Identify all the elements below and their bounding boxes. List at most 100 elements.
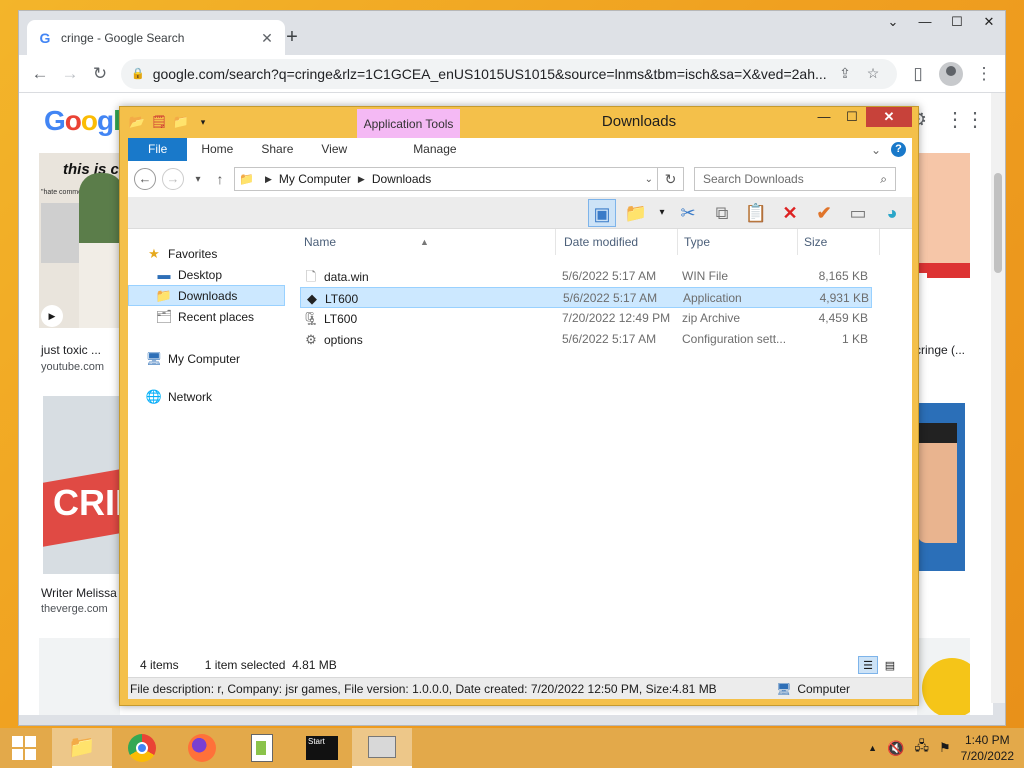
breadcrumb-downloads[interactable]: Downloads: [372, 172, 431, 186]
tab-share[interactable]: Share: [247, 138, 307, 161]
page-scrollbar[interactable]: [991, 93, 1005, 703]
refresh-icon[interactable]: ↻: [658, 167, 684, 191]
reload-icon[interactable]: ↻: [85, 59, 115, 89]
paste-icon[interactable]: 📋: [742, 199, 770, 227]
play-icon: ▶: [41, 305, 63, 327]
firefox-icon: [188, 734, 216, 762]
side-panel-icon[interactable]: ▯: [903, 59, 933, 89]
help-icon[interactable]: ?: [891, 142, 906, 157]
nav-network[interactable]: 🌐 Network: [144, 386, 212, 407]
folder-icon: 📁: [239, 172, 254, 186]
breadcrumb-separator-icon[interactable]: ▶: [265, 174, 272, 185]
maximize-icon[interactable]: ☐: [941, 11, 973, 33]
image-result-3[interactable]: [917, 153, 970, 333]
view-switcher: ☰ ▤: [858, 656, 900, 674]
new-tab-button[interactable]: +: [279, 25, 305, 51]
tab-file[interactable]: File: [128, 138, 188, 161]
result-caption[interactable]: Writer Melissa: [41, 586, 117, 600]
recent-locations-icon[interactable]: ▾: [190, 174, 206, 185]
forward-icon[interactable]: →: [162, 168, 184, 190]
search-icon[interactable]: ⌕: [880, 172, 887, 187]
image-result-2[interactable]: CRIN: [43, 396, 120, 574]
minimize-icon[interactable]: —: [909, 11, 941, 33]
forward-icon[interactable]: →: [55, 59, 85, 89]
browser-tab[interactable]: G cringe - Google Search ✕: [27, 20, 285, 55]
more-menu-icon[interactable]: ⋮: [969, 59, 999, 89]
close-icon[interactable]: ✕: [866, 107, 912, 127]
nav-desktop[interactable]: ▬ Desktop: [154, 264, 223, 285]
start-button[interactable]: [0, 728, 48, 768]
column-header-size[interactable]: Size: [800, 229, 880, 255]
computer-icon: 🖥: [145, 350, 163, 366]
action-center-icon[interactable]: ⚑: [939, 740, 951, 756]
file-row[interactable]: 🗋 data.win 5/6/2022 5:17 AM WIN File 8,16…: [300, 266, 872, 287]
address-bar[interactable]: 📁 ▶ My Computer ▶ Downloads ⌄: [234, 167, 658, 191]
taskbar-start-app[interactable]: Start: [292, 728, 352, 768]
taskbar-firefox[interactable]: [172, 728, 232, 768]
taskbar-notepad-plus[interactable]: [232, 728, 292, 768]
taskbar-chrome[interactable]: [112, 728, 172, 768]
tab-view[interactable]: View: [307, 138, 361, 161]
apps-grid-icon[interactable]: ⋮⋮: [945, 107, 985, 132]
chrome-tabstrip: G cringe - Google Search ✕ + ⌄ — ☐ ✕: [19, 11, 1005, 55]
cut-icon[interactable]: ✂: [674, 199, 702, 227]
details-location: 🖥 Computer: [776, 681, 850, 696]
nav-favorites[interactable]: ★ Favorites: [144, 243, 217, 264]
checkmark-icon[interactable]: ✔: [810, 199, 838, 227]
column-header-type[interactable]: Type: [680, 229, 798, 255]
file-size: 4,459 KB: [818, 311, 868, 325]
nav-my-computer[interactable]: 🖥 My Computer: [144, 348, 240, 369]
profile-avatar-icon[interactable]: [939, 61, 963, 86]
scrollbar-thumb[interactable]: [994, 173, 1002, 273]
column-header-date[interactable]: Date modified: [560, 229, 678, 255]
expand-ribbon-icon[interactable]: ⌄: [871, 143, 881, 157]
tab-home[interactable]: Home: [187, 138, 247, 161]
bookmark-star-icon[interactable]: ☆: [859, 65, 887, 82]
taskbar-file-explorer[interactable]: 📁: [52, 728, 112, 768]
close-icon[interactable]: ✕: [973, 11, 1005, 33]
address-dropdown-icon[interactable]: ⌄: [645, 174, 653, 185]
tab-manage[interactable]: Manage: [385, 138, 484, 161]
up-arrow-icon[interactable]: ↑: [212, 171, 228, 187]
breadcrumb-my-computer[interactable]: My Computer: [279, 172, 351, 186]
large-icons-view-icon[interactable]: ▤: [880, 656, 900, 674]
ribbon-right-controls: ⌄ ?: [871, 142, 912, 157]
move-to-folder-icon[interactable]: 📁: [622, 199, 650, 227]
chevron-down-icon[interactable]: ⌄: [877, 11, 909, 33]
result-caption[interactable]: just toxic ...: [41, 343, 101, 357]
file-row-selected[interactable]: ◆ LT600 5/6/2022 5:17 AM Application 4,93…: [300, 287, 872, 308]
file-row[interactable]: 🗜 LT600 7/20/2022 12:49 PM zip Archive 4,…: [300, 308, 872, 329]
nav-recent-places[interactable]: 🗂 Recent places: [154, 306, 254, 327]
details-view-icon[interactable]: ☰: [858, 656, 878, 674]
address-bar[interactable]: 🔒 google.com/search?q=cringe&rlz=1C1GCEA…: [121, 58, 897, 89]
show-hidden-icons-icon[interactable]: ▲: [868, 743, 877, 753]
rename-icon[interactable]: ▭: [844, 199, 872, 227]
file-description: File description: r, Company: jsr games,…: [130, 681, 672, 696]
share-icon[interactable]: ⇪: [831, 65, 859, 82]
image-result-4[interactable]: [917, 403, 965, 571]
search-input[interactable]: Search Downloads ⌕: [694, 167, 896, 191]
preview-pane-icon[interactable]: ▣: [588, 198, 616, 227]
tab-close-icon[interactable]: ✕: [259, 30, 275, 46]
breadcrumb-separator-icon[interactable]: ▶: [358, 174, 365, 185]
network-tray-icon[interactable]: 🖧: [914, 737, 929, 759]
clock[interactable]: 1:40 PM 7/20/2022: [961, 732, 1014, 764]
dropdown-arrow-icon[interactable]: ▾: [656, 199, 668, 227]
image-result-1[interactable]: this is c "hate comments!" ▶: [39, 153, 120, 328]
delete-icon[interactable]: ✕: [776, 199, 804, 227]
volume-muted-icon[interactable]: 🔇: [887, 740, 904, 757]
file-size: 1 KB: [841, 332, 868, 346]
result-caption[interactable]: cringe (...: [915, 343, 965, 357]
copy-icon[interactable]: ⧉: [708, 199, 736, 227]
file-row[interactable]: ⚙ options 5/6/2022 5:17 AM Configuration …: [300, 329, 872, 350]
back-icon[interactable]: ←: [25, 59, 55, 89]
nav-downloads[interactable]: 📁 Downloads: [128, 285, 285, 306]
taskbar-control-panel[interactable]: [352, 728, 412, 768]
back-icon[interactable]: ←: [134, 168, 156, 190]
file-size: 4,931 KB: [819, 291, 869, 305]
minimize-icon[interactable]: —: [810, 107, 838, 127]
google-logo[interactable]: Googl: [44, 105, 121, 137]
column-header-name[interactable]: Name ▲: [300, 229, 556, 255]
maximize-icon[interactable]: ☐: [838, 107, 866, 127]
globe-icon[interactable]: ◕: [878, 199, 906, 227]
